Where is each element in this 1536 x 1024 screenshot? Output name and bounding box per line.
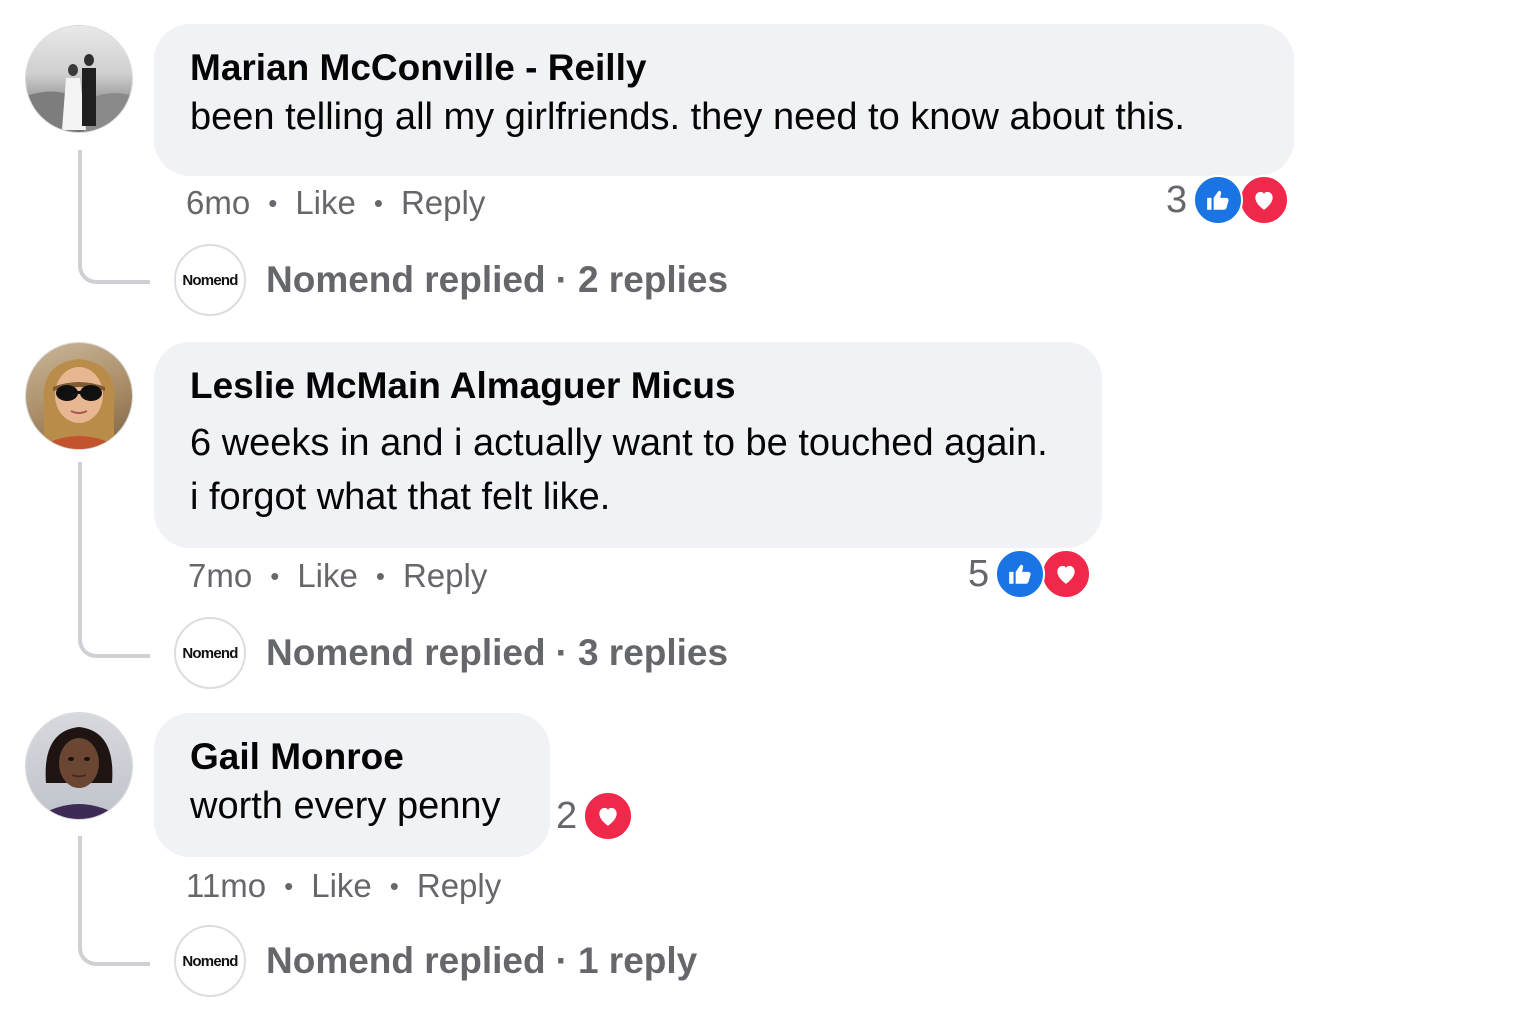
separator-dot: · <box>555 940 568 981</box>
comment-meta: 11mo • Like • Reply <box>186 867 501 905</box>
replied-by-label: Nomend replied <box>266 632 546 673</box>
reaction-summary[interactable]: 5 <box>968 549 1092 599</box>
separator-dot: · <box>555 259 568 300</box>
replies-count: 1 reply <box>577 940 698 981</box>
reaction-summary[interactable]: 3 <box>1166 175 1290 225</box>
like-button[interactable]: Like <box>295 184 356 222</box>
portrait-photo-image <box>34 727 124 819</box>
love-icon <box>1041 549 1092 599</box>
separator-dot: • <box>268 187 278 218</box>
replies-link[interactable]: Nomend Nomend replied · 1 reply <box>174 925 697 997</box>
nomend-avatar[interactable]: Nomend <box>174 244 246 316</box>
like-button[interactable]: Like <box>297 557 358 595</box>
replied-by-label: Nomend replied <box>266 259 546 300</box>
like-icon <box>1193 175 1244 225</box>
comment-text: i forgot what that felt like. <box>190 476 611 518</box>
comment-text: 6 weeks in and i actually want to be tou… <box>190 422 1048 464</box>
comment-bubble: Leslie McMain Almaguer Micus 6 weeks in … <box>154 342 1102 548</box>
comment-bubble: Marian McConville - Reilly been telling … <box>154 24 1294 176</box>
replies-link[interactable]: Nomend Nomend replied · 2 replies <box>174 244 728 316</box>
separator-dot: • <box>284 870 294 901</box>
comment-meta: 6mo • Like • Reply <box>186 184 485 222</box>
thread-connector <box>78 836 150 966</box>
replies-count: 3 replies <box>577 632 729 673</box>
nomend-avatar[interactable]: Nomend <box>174 617 246 689</box>
like-button[interactable]: Like <box>311 867 372 905</box>
timestamp[interactable]: 11mo <box>186 867 266 905</box>
comment-author[interactable]: Gail Monroe <box>190 735 514 779</box>
love-icon <box>583 791 634 841</box>
replied-by-label: Nomend replied <box>266 940 546 981</box>
love-icon <box>1239 175 1290 225</box>
comment-meta: 7mo • Like • Reply <box>188 557 487 595</box>
replies-summary[interactable]: Nomend replied · 3 replies <box>266 632 728 674</box>
reaction-count: 2 <box>556 794 578 837</box>
thread-connector <box>78 150 150 284</box>
comment-bubble: Gail Monroe worth every penny <box>154 713 550 857</box>
timestamp[interactable]: 6mo <box>186 184 250 222</box>
reply-button[interactable]: Reply <box>417 867 501 905</box>
like-icon <box>995 549 1046 599</box>
comment-author[interactable]: Leslie McMain Almaguer Micus <box>190 364 1066 408</box>
separator-dot: • <box>375 560 385 591</box>
timestamp[interactable]: 7mo <box>188 557 252 595</box>
reaction-count: 3 <box>1166 178 1188 221</box>
wedding-photo-image <box>26 54 132 132</box>
nomend-avatar[interactable]: Nomend <box>174 925 246 997</box>
thread-connector <box>78 462 150 658</box>
replies-link[interactable]: Nomend Nomend replied · 3 replies <box>174 617 728 689</box>
reply-button[interactable]: Reply <box>403 557 487 595</box>
replies-count: 2 replies <box>577 259 729 300</box>
separator-dot: • <box>373 187 383 218</box>
reaction-count: 5 <box>968 552 990 595</box>
reaction-summary[interactable]: 2 <box>556 791 634 841</box>
separator-dot: · <box>555 632 568 673</box>
separator-dot: • <box>389 870 399 901</box>
comment-author[interactable]: Marian McConville - Reilly <box>190 46 1258 90</box>
reply-button[interactable]: Reply <box>401 184 485 222</box>
replies-summary[interactable]: Nomend replied · 1 reply <box>266 940 697 982</box>
avatar[interactable] <box>26 713 132 819</box>
comment-text: been telling all my girlfriends. they ne… <box>190 96 1185 138</box>
replies-summary[interactable]: Nomend replied · 2 replies <box>266 259 728 301</box>
comment-text: worth every penny <box>190 785 501 827</box>
separator-dot: • <box>270 560 280 591</box>
portrait-photo-image <box>36 359 122 449</box>
avatar[interactable] <box>26 26 132 132</box>
avatar[interactable] <box>26 343 132 449</box>
